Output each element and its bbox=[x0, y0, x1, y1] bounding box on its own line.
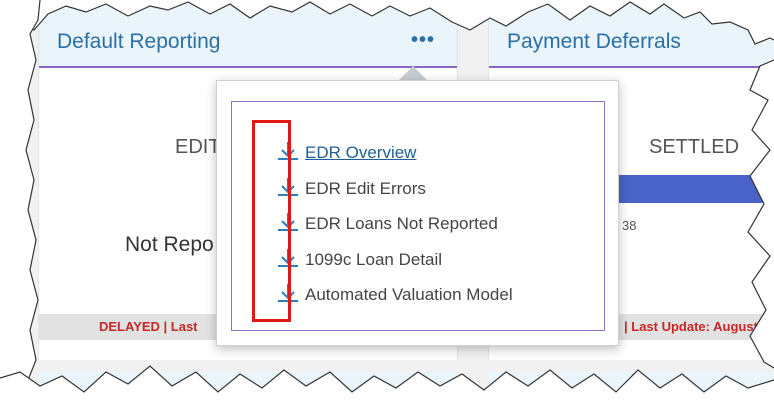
payment-deferrals-status-text: | Last Update: August bbox=[624, 319, 758, 334]
settled-label: SETTLED bbox=[649, 136, 740, 158]
screenshot-stage: Default Reporting ••• EDIT Not Repo DELA… bbox=[0, 0, 774, 408]
download-icon bbox=[278, 249, 298, 267]
menu-item-label: 1099c Loan Detail bbox=[305, 250, 443, 269]
popup-pointer bbox=[398, 66, 428, 81]
download-icon bbox=[278, 178, 298, 196]
edit-label: EDIT bbox=[175, 136, 221, 158]
download-menu-popup: EDR Overview EDR Edit Errors EDR Loans N… bbox=[216, 80, 619, 346]
payment-deferrals-header: Payment Deferrals bbox=[489, 0, 774, 68]
menu-item-label: EDR Overview bbox=[305, 143, 417, 162]
menu-item-label: EDR Loans Not Reported bbox=[305, 214, 498, 233]
download-icon bbox=[278, 142, 298, 160]
menu-item-label: EDR Edit Errors bbox=[305, 179, 426, 198]
menu-item-label: Automated Valuation Model bbox=[305, 285, 513, 304]
download-icon bbox=[278, 284, 298, 302]
not-reported-label: Not Repo bbox=[125, 233, 214, 256]
download-icon bbox=[278, 213, 298, 231]
download-menu-list: EDR Overview EDR Edit Errors EDR Loans N… bbox=[231, 101, 605, 331]
default-reporting-header: Default Reporting ••• bbox=[39, 0, 457, 68]
more-options-icon[interactable]: ••• bbox=[411, 30, 435, 50]
payment-deferrals-title: Payment Deferrals bbox=[507, 30, 681, 53]
default-reporting-status-text: DELAYED | Last bbox=[99, 319, 198, 334]
deferrals-count-fragment: 38 bbox=[622, 218, 637, 233]
lower-right-card-header bbox=[488, 372, 774, 408]
lower-left-card-header bbox=[38, 372, 456, 408]
default-reporting-title: Default Reporting bbox=[57, 30, 221, 53]
